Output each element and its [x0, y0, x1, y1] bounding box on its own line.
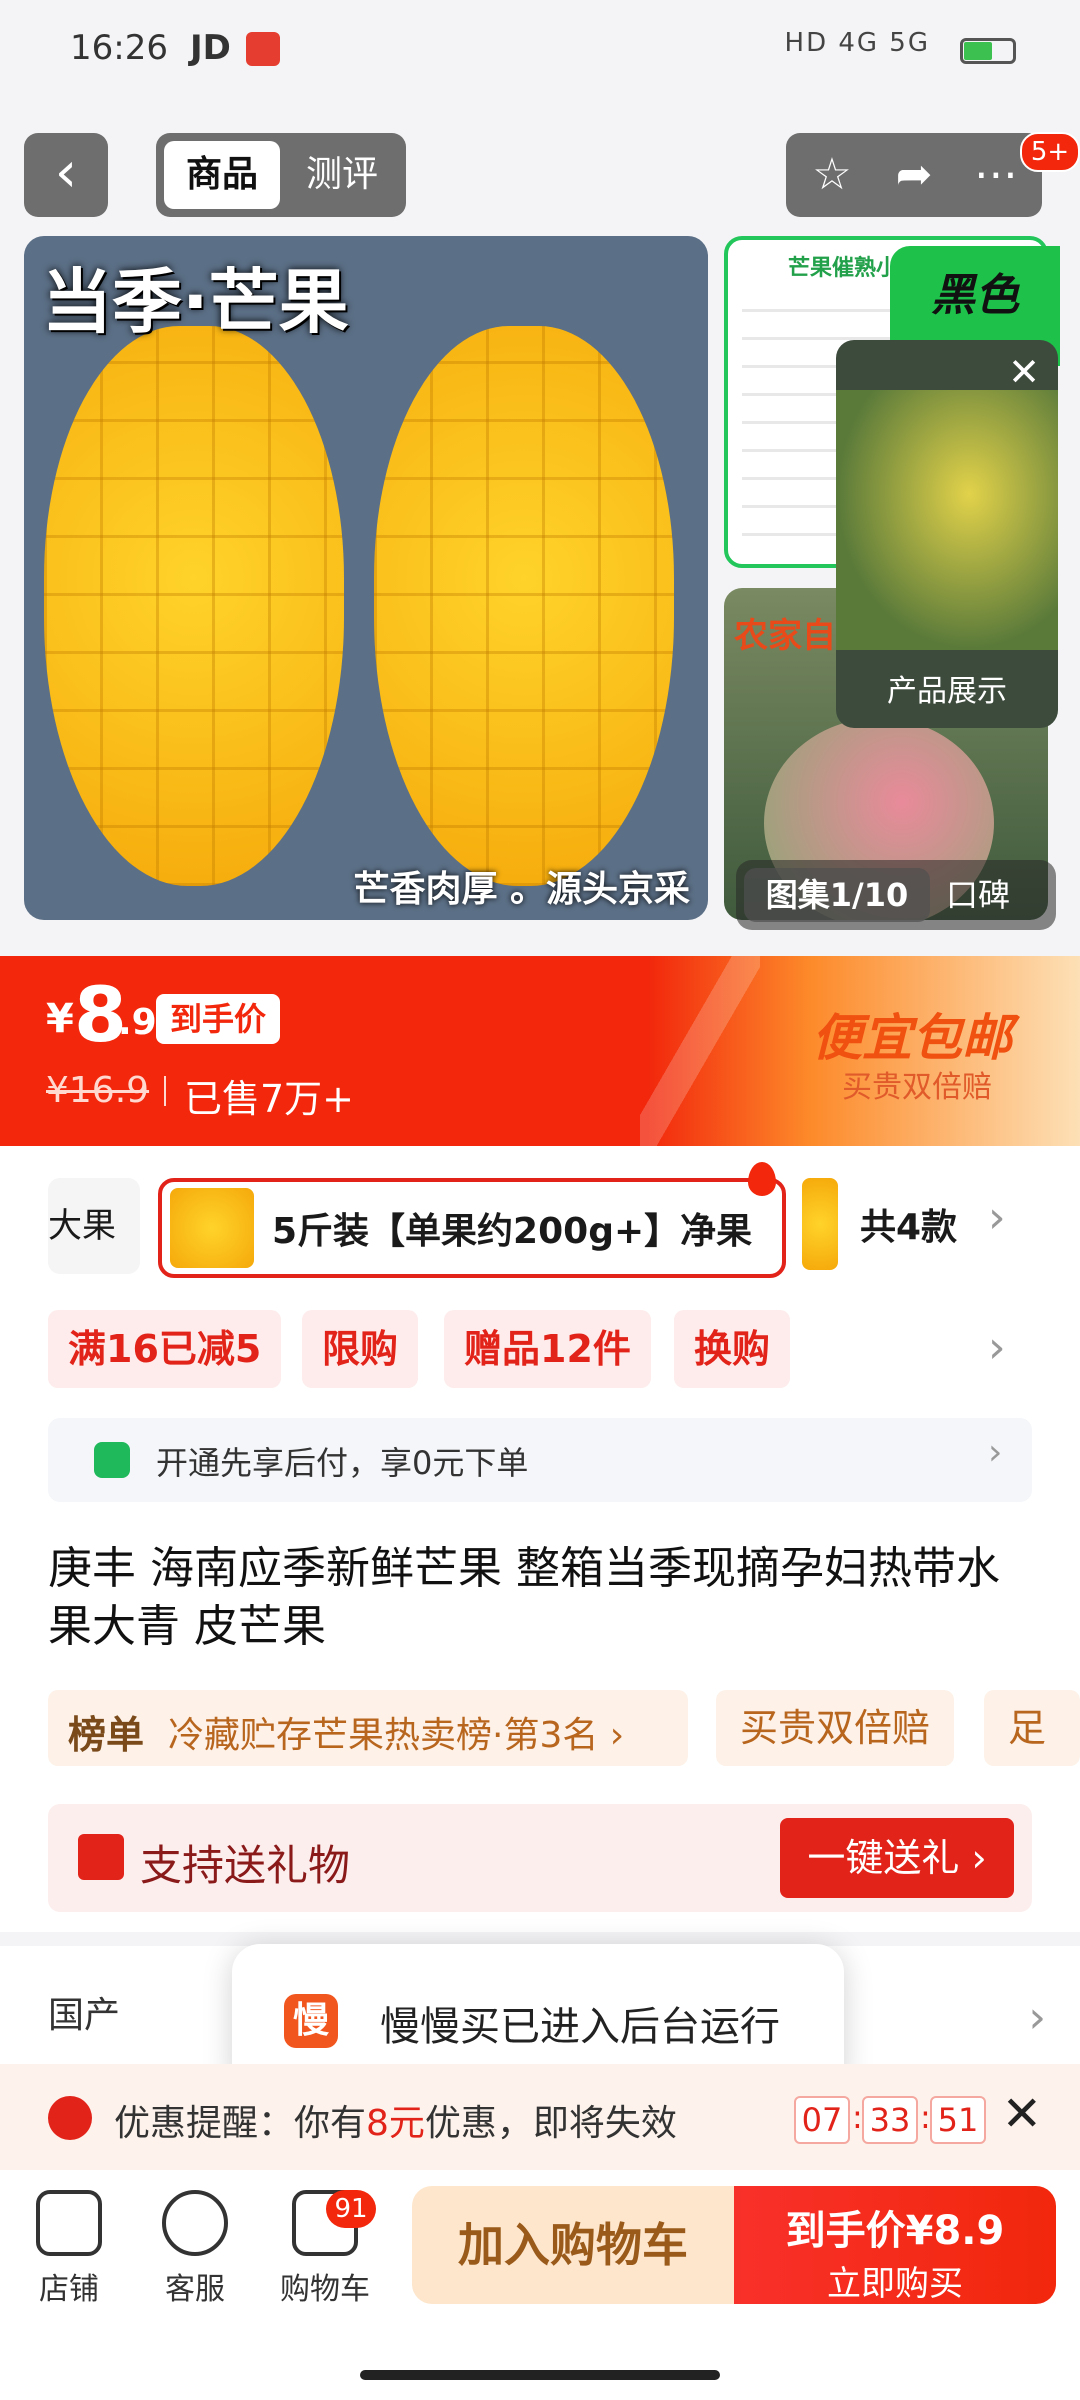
- cart-label: 购物车: [280, 2272, 370, 2307]
- hot-fire-icon: [748, 1162, 776, 1196]
- price-currency: ¥: [46, 996, 74, 1042]
- sku-thumbnail: [170, 1188, 254, 1268]
- reminder-text: 优惠提醒：你有8元优惠，即将失效: [114, 2094, 677, 2146]
- favorite-star-icon[interactable]: ☆: [792, 133, 872, 217]
- pay-later-banner[interactable]: 开通先享后付，享0元下单 ›: [48, 1418, 1032, 1502]
- shopping-bag-icon: [94, 1442, 130, 1478]
- top-actions: ☆ ➦ ⋯: [786, 133, 1042, 217]
- product-title: 庚丰 海南应季新鲜芒果 整箱当季现摘孕妇热带水果大青 皮芒果: [48, 1543, 1000, 1652]
- promo-chip[interactable]: 限购: [302, 1310, 419, 1388]
- chevron-right-icon[interactable]: ›: [988, 1192, 1006, 1243]
- rank-key: 榜单: [68, 1713, 145, 1757]
- full-weight-chip[interactable]: 足斤: [984, 1690, 1080, 1766]
- store-button[interactable]: 店铺: [14, 2190, 124, 2308]
- toast-text: 慢慢买已进入后台运行: [380, 2004, 780, 2050]
- divider: [164, 1076, 166, 1106]
- chevron-right-icon: ›: [1028, 1992, 1046, 2043]
- sold-count: 已售7万+: [184, 1077, 355, 1121]
- clock-icon: [48, 2096, 92, 2140]
- mango-half-left: [44, 326, 344, 886]
- share-icon[interactable]: ➦: [874, 133, 954, 217]
- original-price: ¥16.9: [46, 1070, 150, 1111]
- tab-review[interactable]: 测评: [284, 141, 400, 209]
- sku-selector[interactable]: 大果 5斤装【单果约200g+】净果 共4款 ›: [0, 1162, 1080, 1278]
- service-label: 客服: [165, 2272, 225, 2307]
- sku-count[interactable]: 共4款: [860, 1198, 957, 1250]
- more-badge: 5+: [1020, 132, 1080, 172]
- video-preview[interactable]: ✕ 产品展示: [836, 340, 1058, 728]
- promotion-chips[interactable]: 满16已减5 限购 赠品12件 换购 ›: [48, 1310, 1048, 1390]
- timer-minutes: 33: [862, 2096, 918, 2144]
- rank-row[interactable]: 榜单 冷藏贮存芒果热卖榜·第3名 › 买贵双倍赔 足斤: [48, 1690, 1080, 1766]
- network-indicators: HD 4G 5G: [784, 28, 930, 58]
- gift-text: 支持送礼物: [140, 1841, 351, 1890]
- app-logo-icon: 慢: [284, 1994, 338, 2048]
- mango-half-right: [374, 326, 674, 886]
- video-frame: [836, 390, 1058, 650]
- reminder-suffix: 优惠，即将失效: [424, 2103, 677, 2144]
- promo-chip[interactable]: 赠品12件: [444, 1310, 651, 1388]
- close-icon[interactable]: ✕: [1008, 350, 1040, 394]
- timer-seconds: 51: [930, 2096, 986, 2144]
- status-time: 16:26: [70, 28, 168, 68]
- home-indicator[interactable]: [360, 2370, 720, 2380]
- tab-product[interactable]: 商品: [164, 141, 280, 209]
- image-title: 当季·芒果: [42, 261, 349, 343]
- promo-chip[interactable]: 换购: [674, 1310, 791, 1388]
- jd-logo: JD: [190, 28, 231, 68]
- rank-value: 冷藏贮存芒果热卖榜·第3名 ›: [168, 1715, 625, 1756]
- top-tabs: 商品 测评: [156, 133, 406, 217]
- sku-option-selected[interactable]: 5斤装【单果约200g+】净果: [158, 1178, 786, 1278]
- timer-hours: 07: [794, 2096, 850, 2144]
- reminder-prefix: 优惠提醒：你有: [114, 2103, 367, 2144]
- video-label: 产品展示: [887, 674, 1007, 709]
- product-info-card: 大果 5斤装【单果约200g+】净果 共4款 › 满16已减5 限购 赠品12件…: [0, 1146, 1080, 1932]
- thumbnail-title: 芒果催熟小: [788, 256, 899, 281]
- gallery-counter[interactable]: 图集1/10: [744, 868, 930, 922]
- store-icon: [36, 2190, 102, 2256]
- buy-now-button[interactable]: 到手价¥8.9 立即购买: [734, 2186, 1056, 2304]
- price-guarantee: 买贵双倍赔: [842, 1070, 992, 1105]
- chevron-right-icon: ›: [988, 1432, 1003, 1473]
- reputation-link[interactable]: 口碑: [946, 868, 1010, 922]
- promo-chip[interactable]: 满16已减5: [48, 1310, 282, 1388]
- free-shipping-label: 便宜包邮: [812, 1009, 1012, 1067]
- price-decimal: .9: [118, 1002, 157, 1043]
- coupon-reminder[interactable]: 优惠提醒：你有8元优惠，即将失效 07 : 33 : 51 ✕: [0, 2064, 1080, 2170]
- chevron-left-icon: ‹: [54, 140, 78, 205]
- final-price-tag: 到手价: [156, 994, 281, 1044]
- buy-price: 到手价¥8.9: [785, 2208, 1005, 2254]
- back-button[interactable]: ‹: [24, 133, 108, 217]
- guarantee-chip[interactable]: 买贵双倍赔: [716, 1690, 955, 1766]
- buy-now-label: 立即购买: [827, 2264, 963, 2304]
- origin-text: 国产: [48, 1995, 121, 2036]
- video-app-icon: [246, 32, 280, 66]
- bottom-action-bar: 店铺 客服 购物车 91 加入购物车 到手价¥8.9 立即购买: [0, 2170, 1080, 2400]
- sku-label: 5斤装【单果约200g+】净果: [272, 1211, 753, 1252]
- add-to-cart-button[interactable]: 加入购物车: [412, 2186, 734, 2304]
- service-button[interactable]: 客服: [140, 2190, 250, 2308]
- smile-service-icon: [162, 2190, 228, 2256]
- price-bar: ¥ 8 .9 到手价 ¥16.9 已售7万+ 便宜包邮 买贵双倍赔: [0, 956, 1080, 1146]
- chevron-right-icon[interactable]: ›: [988, 1322, 1006, 1373]
- gift-icon: [78, 1834, 124, 1880]
- rank-chip[interactable]: 榜单 冷藏贮存芒果热卖榜·第3名 ›: [48, 1690, 688, 1766]
- sku-option[interactable]: 大果: [48, 1178, 140, 1274]
- gift-banner: 支持送礼物 一键送礼 ›: [48, 1804, 1032, 1912]
- send-gift-button[interactable]: 一键送礼 ›: [780, 1818, 1014, 1898]
- battery-icon: [960, 38, 1016, 64]
- thumbnail-title: 农家自: [734, 616, 836, 656]
- lightning-decoration: [640, 956, 760, 1146]
- store-label: 店铺: [39, 2272, 99, 2307]
- sku-option[interactable]: [802, 1178, 838, 1270]
- close-icon[interactable]: ✕: [1002, 2086, 1042, 2142]
- reminder-amount: 8元: [366, 2103, 425, 2144]
- gallery-pill[interactable]: 图集1/10 口碑: [736, 860, 1056, 930]
- image-gallery[interactable]: 当季·芒果 芒香肉厚 。源头京采 芒果催熟小 黑色 农家自 ✕ 产品展示 图集1…: [0, 236, 1080, 956]
- image-caption: 芒香肉厚 。源头京采: [353, 869, 690, 910]
- status-bar: 16:26 JD HD 4G 5G: [0, 0, 1080, 100]
- pay-later-text: 开通先享后付，享0元下单: [156, 1444, 529, 1482]
- main-product-image[interactable]: 当季·芒果 芒香肉厚 。源头京采: [24, 236, 708, 920]
- cart-badge: 91: [326, 2190, 376, 2228]
